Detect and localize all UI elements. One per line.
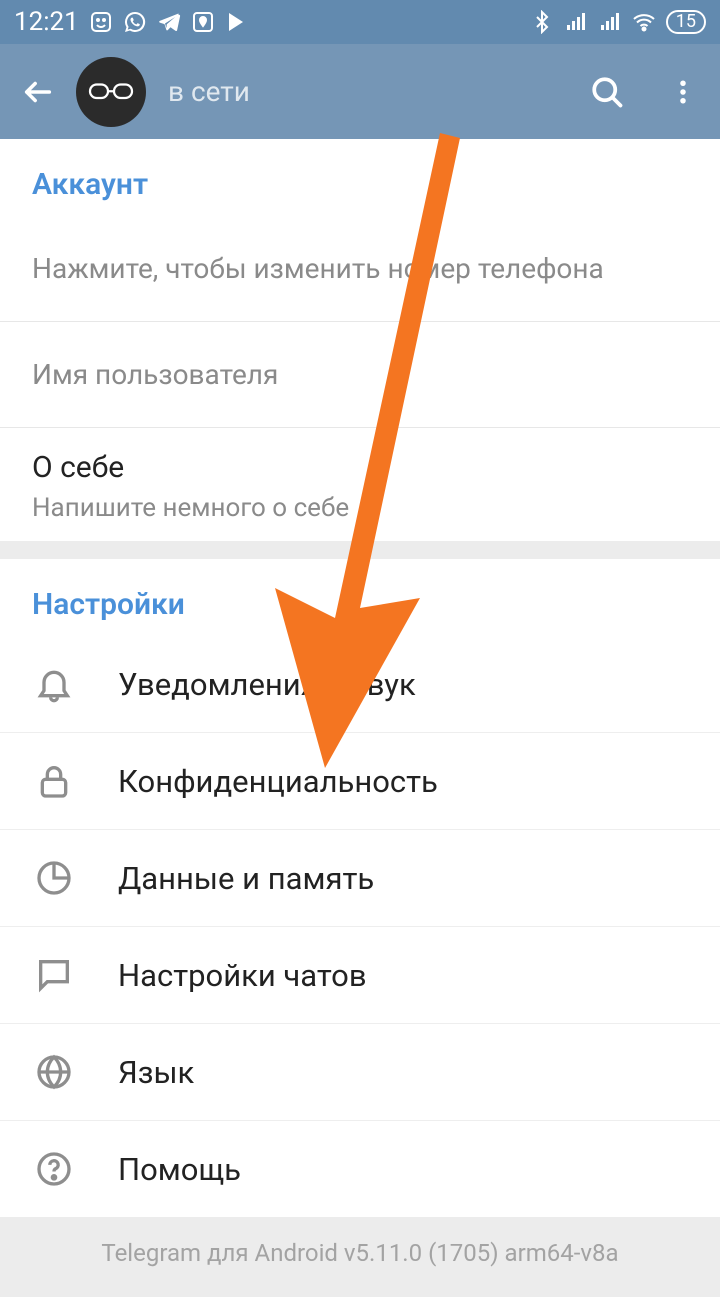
about-hint: Напишите немного о себе [32, 493, 688, 523]
signal-icon-2 [598, 10, 622, 34]
bell-icon [32, 662, 76, 706]
username-hint: Имя пользователя [32, 358, 688, 391]
settings-item-label: Настройки чатов [118, 957, 367, 994]
avatar[interactable] [76, 57, 146, 127]
settings-item-label: Конфиденциальность [118, 763, 438, 800]
chat-icon [32, 953, 76, 997]
more-button[interactable] [664, 73, 702, 111]
globe-icon [32, 1050, 76, 1094]
settings-item-data[interactable]: Данные и память [0, 830, 720, 927]
wifi-icon [632, 10, 656, 34]
settings-item-label: Уведомления и звук [118, 666, 416, 703]
settings-item-help[interactable]: Помощь [0, 1121, 720, 1217]
settings-item-language[interactable]: Язык [0, 1024, 720, 1121]
back-button[interactable] [18, 72, 58, 112]
settings-item-chat[interactable]: Настройки чатов [0, 927, 720, 1024]
phone-hint: Нажмите, чтобы изменить номер телефона [32, 252, 688, 285]
smiley-icon [89, 10, 113, 34]
username-row[interactable]: Имя пользователя [0, 322, 720, 428]
pie-icon [32, 856, 76, 900]
about-row[interactable]: О себе Напишите немного о себе [0, 428, 720, 541]
settings-item-label: Данные и память [118, 860, 374, 897]
search-button[interactable] [588, 73, 626, 111]
whatsapp-icon [123, 10, 147, 34]
maps-icon [191, 10, 215, 34]
settings-item-notifications[interactable]: Уведомления и звук [0, 636, 720, 733]
bluetooth-icon [530, 10, 554, 34]
app-bar: в сети [0, 44, 720, 139]
account-panel: Аккаунт Нажмите, чтобы изменить номер те… [0, 139, 720, 541]
account-section-title: Аккаунт [0, 139, 720, 216]
telegram-icon [157, 10, 181, 34]
settings-section-title: Настройки [0, 559, 720, 636]
settings-item-privacy[interactable]: Конфиденциальность [0, 733, 720, 830]
online-status: в сети [168, 75, 250, 108]
lock-icon [32, 759, 76, 803]
version-footer: Telegram для Android v5.11.0 (1705) arm6… [0, 1217, 720, 1297]
status-time: 12:21 [14, 7, 79, 37]
signal-icon [564, 10, 588, 34]
settings-item-label: Язык [118, 1054, 194, 1091]
play-store-icon [225, 10, 249, 34]
about-title: О себе [32, 450, 688, 485]
battery-indicator: 15 [666, 10, 706, 34]
phone-row[interactable]: Нажмите, чтобы изменить номер телефона [0, 216, 720, 322]
status-bar: 12:21 15 [0, 0, 720, 44]
help-icon [32, 1147, 76, 1191]
settings-panel: Настройки Уведомления и звук Конфиденциа… [0, 559, 720, 1217]
settings-item-label: Помощь [118, 1151, 241, 1188]
